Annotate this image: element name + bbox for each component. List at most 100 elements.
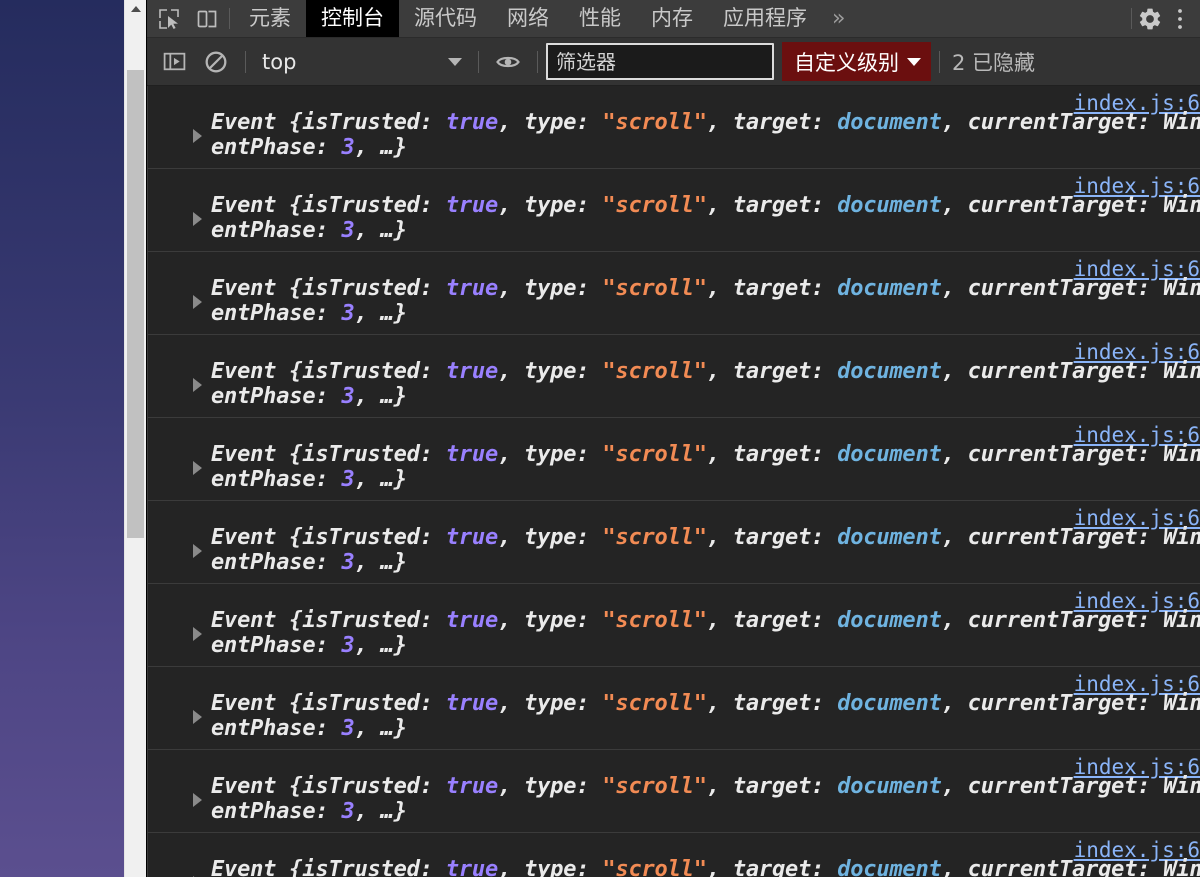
plain-token: , target: (706, 691, 838, 716)
plain-token: Event {isTrusted: (211, 525, 446, 550)
plain-token: , type: (498, 442, 603, 467)
expand-triangle-icon[interactable] (193, 295, 202, 309)
console-message-row[interactable]: index.js:6 Event {isTrusted: true, type: … (147, 335, 1200, 418)
tab-network[interactable]: 网络 (492, 0, 564, 37)
more-tabs-label: » (832, 5, 846, 31)
tab-application[interactable]: 应用程序 (708, 0, 822, 37)
expand-triangle-icon[interactable] (193, 544, 202, 558)
plain-token: , type: (498, 276, 603, 301)
expand-triangle-icon[interactable] (193, 627, 202, 641)
console-message-row[interactable]: index.js:6 Event {isTrusted: true, type: … (147, 667, 1200, 750)
plain-token: , target: (706, 359, 838, 384)
num-token: 3 (341, 218, 355, 243)
gear-icon[interactable] (1136, 5, 1164, 33)
bool-token: true (445, 442, 498, 467)
num-token: 3 (341, 467, 355, 492)
console-message-line-1: Event {isTrusted: true, type: "scroll", … (211, 359, 1200, 384)
console-message-row[interactable]: index.js:6 Event {isTrusted: true, type: … (147, 750, 1200, 833)
tab-memory[interactable]: 内存 (636, 0, 708, 37)
plain-token: Event {isTrusted: (211, 442, 446, 467)
clear-console-icon[interactable] (199, 45, 233, 79)
plain-token: , currentTarget: Window, ev (941, 774, 1200, 799)
str-token: "scroll" (602, 857, 707, 877)
console-message-row[interactable]: index.js:6 Event {isTrusted: true, type: … (147, 252, 1200, 335)
node-token: document (837, 608, 942, 633)
plain-token: entPhase: (211, 550, 342, 575)
num-token: 3 (341, 799, 355, 824)
log-level-dropdown[interactable]: 自定义级别 (782, 42, 931, 81)
console-message-line-1: Event {isTrusted: true, type: "scroll", … (211, 608, 1200, 633)
node-token: document (837, 857, 942, 877)
toolbar-divider-3 (537, 50, 538, 73)
console-message-line-1: Event {isTrusted: true, type: "scroll", … (211, 857, 1200, 877)
console-message-content: Event {isTrusted: true, type: "scroll", … (147, 442, 1200, 492)
execution-context-select[interactable]: top (254, 45, 470, 79)
tabbar-divider-right (1131, 8, 1132, 29)
console-message-row[interactable]: index.js:6 Event {isTrusted: true, type: … (147, 833, 1200, 877)
console-message-content: Event {isTrusted: true, type: "scroll", … (147, 857, 1200, 877)
chevron-down-icon (907, 57, 921, 66)
tab-elements[interactable]: 元素 (234, 0, 306, 37)
expand-triangle-icon[interactable] (193, 129, 202, 143)
page-scrollbar-thumb[interactable] (127, 70, 144, 538)
console-message-content: Event {isTrusted: true, type: "scroll", … (147, 359, 1200, 409)
console-sidebar-toggle-icon[interactable] (157, 45, 191, 79)
expand-triangle-icon[interactable] (193, 212, 202, 226)
plain-token: , currentTarget: Window, ev (941, 110, 1200, 135)
str-token: "scroll" (602, 525, 707, 550)
bool-token: true (445, 525, 498, 550)
page-scrollbar[interactable] (124, 0, 146, 877)
plain-token: , …} (354, 633, 407, 658)
plain-token: , …} (354, 467, 407, 492)
plain-token: Event {isTrusted: (211, 193, 446, 218)
num-token: 3 (341, 135, 355, 160)
scroll-up-arrow-icon[interactable] (125, 0, 146, 17)
console-message-row[interactable]: index.js:6 Event {isTrusted: true, type: … (147, 501, 1200, 584)
bool-token: true (445, 774, 498, 799)
expand-triangle-icon[interactable] (193, 378, 202, 392)
console-message-text: Event {isTrusted: true, type: "scroll", … (211, 442, 1200, 492)
plain-token: , target: (706, 193, 838, 218)
plain-token: entPhase: (211, 467, 342, 492)
console-message-row[interactable]: index.js:6 Event {isTrusted: true, type: … (147, 86, 1200, 169)
device-toolbar-icon[interactable] (193, 5, 221, 33)
expand-triangle-icon[interactable] (193, 461, 202, 475)
expand-triangle-icon[interactable] (193, 793, 202, 807)
console-message-row[interactable]: index.js:6 Event {isTrusted: true, type: … (147, 169, 1200, 252)
more-tabs-button[interactable]: » (822, 0, 855, 37)
plain-token: , target: (706, 110, 838, 135)
tab-sources[interactable]: 源代码 (399, 0, 492, 37)
console-message-text: Event {isTrusted: true, type: "scroll", … (211, 276, 1200, 326)
hidden-messages-count: 2 已隐藏 (952, 50, 1036, 75)
plain-token: , target: (706, 276, 838, 301)
bool-token: true (445, 608, 498, 633)
console-message-line-2: entPhase: 3, …} (211, 467, 1200, 492)
num-token: 3 (341, 716, 355, 741)
tab-performance[interactable]: 性能 (564, 0, 636, 37)
plain-token: , currentTarget: Window, ev (941, 442, 1200, 467)
tabbar-divider (229, 8, 230, 29)
node-token: document (837, 193, 942, 218)
plain-token: , type: (498, 691, 603, 716)
eye-icon[interactable] (491, 45, 525, 79)
expand-triangle-icon[interactable] (193, 710, 202, 724)
bool-token: true (445, 276, 498, 301)
filter-input[interactable] (546, 43, 774, 80)
inspect-element-icon[interactable] (155, 5, 183, 33)
console-message-line-1: Event {isTrusted: true, type: "scroll", … (211, 691, 1200, 716)
kebab-menu-icon[interactable] (1166, 5, 1194, 33)
plain-token: , …} (354, 384, 407, 409)
plain-token: , type: (498, 608, 603, 633)
chevron-down-icon (448, 57, 462, 66)
console-message-line-1: Event {isTrusted: true, type: "scroll", … (211, 442, 1200, 467)
console-message-row[interactable]: index.js:6 Event {isTrusted: true, type: … (147, 584, 1200, 667)
plain-token: Event {isTrusted: (211, 774, 446, 799)
console-message-line-2: entPhase: 3, …} (211, 716, 1200, 741)
console-message-text: Event {isTrusted: true, type: "scroll", … (211, 691, 1200, 741)
page-content-backdrop (0, 0, 124, 877)
plain-token: entPhase: (211, 135, 342, 160)
console-message-row[interactable]: index.js:6 Event {isTrusted: true, type: … (147, 418, 1200, 501)
console-message-content: Event {isTrusted: true, type: "scroll", … (147, 608, 1200, 658)
tab-console[interactable]: 控制台 (306, 0, 399, 37)
console-message-list[interactable]: index.js:6 Event {isTrusted: true, type: … (147, 86, 1200, 877)
